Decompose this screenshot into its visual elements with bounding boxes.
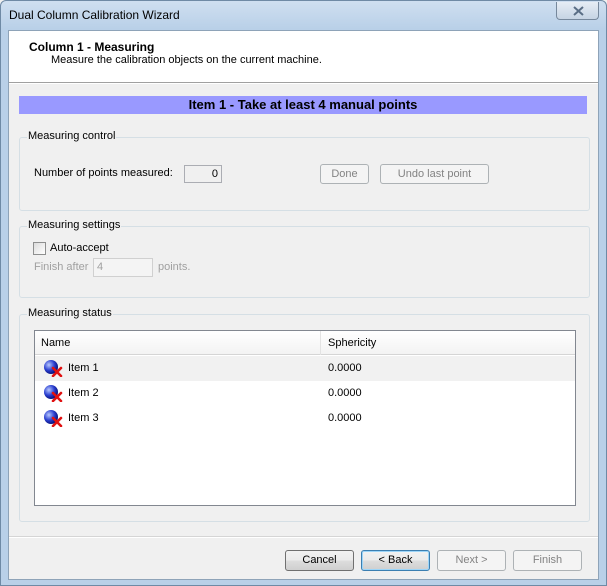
cancel-button[interactable]: Cancel [285, 550, 354, 571]
undo-last-point-button[interactable]: Undo last point [380, 164, 489, 184]
wizard-header: Column 1 - Measuring Measure the calibra… [9, 31, 598, 83]
done-button[interactable]: Done [320, 164, 369, 184]
column-header-sphericity[interactable]: Sphericity [322, 331, 575, 355]
finish-button[interactable]: Finish [513, 550, 582, 571]
auto-accept-checkbox[interactable] [33, 242, 46, 255]
measuring-control-label: Measuring control [27, 130, 117, 142]
measuring-status-list[interactable]: Name Sphericity Item 1 0.0000 Item 2 0.0… [34, 330, 576, 506]
column-header-name[interactable]: Name [35, 331, 321, 355]
footer-divider-highlight [9, 537, 598, 538]
row-sphericity: 0.0000 [328, 387, 362, 399]
instruction-banner: Item 1 - Take at least 4 manual points [19, 96, 587, 114]
finish-after-label: Finish after [34, 261, 89, 273]
row-sphericity: 0.0000 [328, 412, 362, 424]
wizard-client-area: Column 1 - Measuring Measure the calibra… [8, 30, 599, 580]
auto-accept-label[interactable]: Auto-accept [50, 242, 109, 254]
close-icon [573, 6, 584, 16]
sphere-error-icon [44, 410, 63, 427]
row-name: Item 2 [68, 387, 99, 399]
points-measured-label: Number of points measured: [34, 167, 173, 179]
row-sphericity: 0.0000 [328, 362, 362, 374]
row-name: Item 3 [68, 412, 99, 424]
table-row[interactable]: Item 3 0.0000 [35, 406, 575, 431]
wizard-window: Dual Column Calibration Wizard Column 1 … [0, 0, 607, 586]
measuring-settings-label: Measuring settings [27, 219, 122, 231]
row-name: Item 1 [68, 362, 99, 374]
table-row[interactable]: Item 1 0.0000 [35, 356, 575, 381]
page-title: Column 1 - Measuring [29, 40, 155, 54]
header-divider [9, 83, 598, 84]
points-suffix-label: points. [158, 261, 191, 273]
next-button[interactable]: Next > [437, 550, 506, 571]
list-header: Name Sphericity [35, 331, 575, 355]
finish-after-input[interactable]: 4 [93, 258, 153, 277]
window-title: Dual Column Calibration Wizard [9, 8, 180, 22]
measuring-status-label: Measuring status [27, 307, 113, 319]
sphere-error-icon [44, 385, 63, 402]
close-button[interactable] [556, 2, 599, 20]
title-bar[interactable]: Dual Column Calibration Wizard [1, 1, 606, 29]
sphere-error-icon [44, 360, 63, 377]
points-measured-value: 0 [184, 165, 222, 183]
table-row[interactable]: Item 2 0.0000 [35, 381, 575, 406]
back-button[interactable]: < Back [361, 550, 430, 571]
page-subtitle: Measure the calibration objects on the c… [51, 54, 322, 66]
